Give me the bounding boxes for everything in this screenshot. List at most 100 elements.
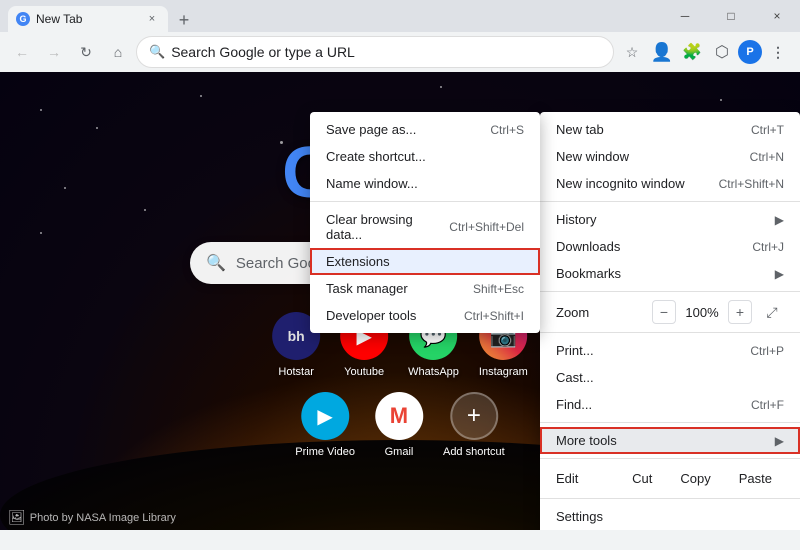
gmail-label: Gmail [385, 446, 414, 458]
prime-icon: ▶ [301, 392, 349, 440]
url-bar[interactable]: 🔍 Search Google or type a URL [136, 36, 614, 68]
paste-button[interactable]: Paste [727, 467, 784, 490]
menu-downloads-shortcut: Ctrl+J [752, 240, 784, 254]
photo-credit-icon: 🖼 [8, 509, 26, 526]
add-shortcut-icon: + [450, 392, 498, 440]
new-tab-tab[interactable]: G New Tab × [8, 6, 168, 32]
close-button[interactable]: × [754, 0, 800, 32]
url-text: Search Google or type a URL [171, 44, 601, 60]
more-tools-save-label: Save page as... [326, 122, 490, 137]
shortcut-gmail[interactable]: M Gmail [375, 392, 423, 458]
menu-divider-4 [540, 422, 800, 423]
menu-print[interactable]: Print... Ctrl+P [540, 337, 800, 364]
home-button[interactable]: ⌂ [104, 38, 132, 66]
tab-favicon: G [16, 12, 30, 26]
menu-find[interactable]: Find... Ctrl+F [540, 391, 800, 418]
tab-close-button[interactable]: × [144, 11, 160, 27]
more-tools-task-manager-shortcut: Shift+Esc [473, 282, 524, 296]
chrome-menu-button[interactable]: ⋮ [764, 38, 792, 66]
more-tools-divider [310, 201, 540, 202]
menu-more-tools[interactable]: More tools ▶ [540, 427, 800, 454]
photo-credit-text: Photo by NASA Image Library [30, 512, 176, 524]
main-content: Google 🔍 Search Google or type a URL bh … [0, 72, 800, 530]
zoom-minus-button[interactable]: − [652, 300, 676, 324]
menu-new-window[interactable]: New window Ctrl+N [540, 143, 800, 170]
new-tab-button[interactable]: + [172, 8, 196, 32]
search-icon: 🔍 [149, 44, 165, 60]
photo-credit[interactable]: 🖼 Photo by NASA Image Library [8, 509, 176, 526]
account-icon[interactable]: 👤 [648, 38, 676, 66]
search-icon-inner: 🔍 [206, 253, 226, 273]
forward-button[interactable]: → [40, 38, 68, 66]
profile-avatar[interactable]: P [738, 40, 762, 64]
menu-new-tab[interactable]: New tab Ctrl+T [540, 116, 800, 143]
more-tools-developer[interactable]: Developer tools Ctrl+Shift+I [310, 302, 540, 329]
shortcut-add[interactable]: + Add shortcut [443, 392, 505, 458]
more-tools-task-manager[interactable]: Task manager Shift+Esc [310, 275, 540, 302]
omnibar-actions: ☆ 👤 🧩 ⬡ P ⋮ [618, 38, 792, 66]
extensions-puzzle-icon[interactable]: 🧩 [678, 38, 706, 66]
more-tools-create-shortcut[interactable]: Create shortcut... [310, 143, 540, 170]
tab-area: G New Tab × + [0, 0, 196, 32]
menu-settings-label: Settings [556, 509, 784, 524]
menu-more-tools-label: More tools [556, 433, 767, 448]
more-tools-task-manager-label: Task manager [326, 281, 473, 296]
copy-button[interactable]: Copy [668, 467, 722, 490]
zoom-value: 100% [684, 305, 720, 320]
back-button[interactable]: ← [8, 38, 36, 66]
instagram-label: Instagram [479, 366, 528, 378]
menu-new-window-shortcut: Ctrl+N [750, 150, 784, 164]
menu-more-tools-arrow: ▶ [775, 434, 784, 448]
more-tools-save-page[interactable]: Save page as... Ctrl+S [310, 116, 540, 143]
more-tools-extensions[interactable]: Extensions [310, 248, 540, 275]
menu-cast[interactable]: Cast... [540, 364, 800, 391]
menu-history-arrow: ▶ [775, 213, 784, 227]
menu-find-shortcut: Ctrl+F [751, 398, 784, 412]
menu-history[interactable]: History ▶ [540, 206, 800, 233]
menu-divider-2 [540, 291, 800, 292]
more-tools-extensions-label: Extensions [326, 254, 524, 269]
zoom-label: Zoom [556, 305, 652, 320]
menu-new-tab-label: New tab [556, 122, 751, 137]
minimize-button[interactable]: ─ [662, 0, 708, 32]
menu-divider-3 [540, 332, 800, 333]
cut-button[interactable]: Cut [620, 467, 664, 490]
gmail-icon: M [375, 392, 423, 440]
statusbar [0, 530, 800, 550]
shortcut-prime[interactable]: ▶ Prime Video [295, 392, 355, 458]
menu-bookmarks[interactable]: Bookmarks ▶ [540, 260, 800, 287]
menu-divider-5 [540, 458, 800, 459]
menu-print-shortcut: Ctrl+P [750, 344, 784, 358]
more-tools-name-window[interactable]: Name window... [310, 170, 540, 197]
zoom-controls: − 100% + ⤢ [652, 300, 784, 324]
zoom-plus-button[interactable]: + [728, 300, 752, 324]
more-tools-create-shortcut-label: Create shortcut... [326, 149, 524, 164]
more-tools-save-shortcut: Ctrl+S [490, 123, 524, 137]
more-tools-clear-browsing[interactable]: Clear browsing data... Ctrl+Shift+Del [310, 206, 540, 248]
zoom-fullscreen-button[interactable]: ⤢ [760, 300, 784, 324]
menu-bookmarks-arrow: ▶ [775, 267, 784, 281]
menu-divider-1 [540, 201, 800, 202]
whatsapp-label: WhatsApp [408, 366, 459, 378]
menu-cast-label: Cast... [556, 370, 784, 385]
youtube-label: Youtube [344, 366, 384, 378]
menu-new-window-label: New window [556, 149, 750, 164]
more-tools-name-window-label: Name window... [326, 176, 524, 191]
bookmark-star-icon[interactable]: ☆ [618, 38, 646, 66]
window-controls: ─ □ × [662, 0, 800, 32]
more-tools-clear-shortcut: Ctrl+Shift+Del [449, 220, 524, 234]
menu-new-incognito-label: New incognito window [556, 176, 719, 191]
menu-divider-6 [540, 498, 800, 499]
menu-new-incognito[interactable]: New incognito window Ctrl+Shift+N [540, 170, 800, 197]
omnibar: ← → ↻ ⌂ 🔍 Search Google or type a URL ☆ … [0, 32, 800, 72]
extensions-icon[interactable]: ⬡ [708, 38, 736, 66]
maximize-button[interactable]: □ [708, 0, 754, 32]
edit-row: Edit Cut Copy Paste [540, 463, 800, 494]
menu-downloads[interactable]: Downloads Ctrl+J [540, 233, 800, 260]
titlebar: G New Tab × + ─ □ × [0, 0, 800, 32]
menu-settings[interactable]: Settings [540, 503, 800, 530]
reload-button[interactable]: ↻ [72, 38, 100, 66]
tab-title: New Tab [36, 12, 138, 26]
menu-new-incognito-shortcut: Ctrl+Shift+N [719, 177, 784, 191]
menu-bookmarks-label: Bookmarks [556, 266, 767, 281]
